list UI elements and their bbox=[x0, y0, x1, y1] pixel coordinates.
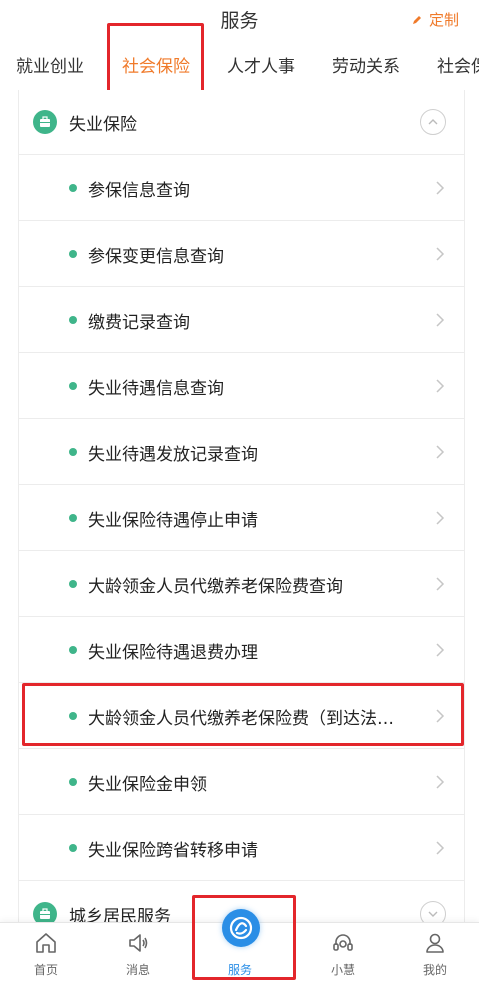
section-title: 失业保险 bbox=[69, 114, 137, 135]
tab-highlight-box bbox=[107, 23, 204, 94]
tab-talent-personnel[interactable]: 人才人事 bbox=[227, 52, 295, 77]
tab-social-more[interactable]: 社会保 bbox=[437, 52, 479, 77]
list-item[interactable]: 失业保险跨省转移申请 bbox=[19, 815, 464, 881]
category-tabs: 就业创业 社会保险 人才人事 劳动关系 社会保 bbox=[0, 40, 479, 92]
bullet-dot bbox=[69, 316, 77, 324]
section-title: 城乡居民服务 bbox=[69, 906, 171, 923]
bullet-dot bbox=[69, 646, 77, 654]
item-label: 失业保险跨省转移申请 bbox=[88, 841, 258, 861]
list-item[interactable]: 参保变更信息查询 bbox=[19, 221, 464, 287]
chevron-right-icon bbox=[436, 247, 445, 261]
service-panel: 失业保险 参保信息查询 参保变更信息查询 缴费记录查询 失业待遇信息查询 失业待… bbox=[18, 90, 465, 922]
collapse-button[interactable] bbox=[420, 109, 446, 135]
chevron-right-icon bbox=[436, 181, 445, 195]
chevron-down-icon bbox=[428, 911, 438, 917]
bullet-dot bbox=[69, 448, 77, 456]
chevron-right-icon bbox=[436, 445, 445, 459]
bullet-dot bbox=[69, 844, 77, 852]
person-icon bbox=[426, 933, 444, 953]
chevron-right-icon bbox=[436, 841, 445, 855]
nav-xiaohui[interactable]: 小慧 bbox=[313, 923, 373, 985]
chevron-right-icon bbox=[436, 643, 445, 657]
bullet-dot bbox=[69, 778, 77, 786]
bullet-dot bbox=[69, 382, 77, 390]
nav-profile[interactable]: 我的 bbox=[405, 923, 465, 985]
expand-button[interactable] bbox=[420, 901, 446, 922]
customize-button[interactable]: 定制 bbox=[411, 9, 459, 30]
item-label: 失业保险金申领 bbox=[88, 775, 207, 795]
briefcase-icon bbox=[33, 110, 57, 134]
list-item[interactable]: 失业待遇信息查询 bbox=[19, 353, 464, 419]
list-item[interactable]: 失业待遇发放记录查询 bbox=[19, 419, 464, 485]
bullet-dot bbox=[69, 514, 77, 522]
top-bar: 服务 定制 bbox=[0, 0, 479, 40]
tab-employment[interactable]: 就业创业 bbox=[16, 52, 84, 77]
item-label: 失业保险待遇退费办理 bbox=[88, 643, 258, 663]
nav-label: 小慧 bbox=[330, 963, 355, 977]
briefcase-icon bbox=[33, 902, 57, 922]
list-item[interactable]: 大龄领金人员代缴养老保险费查询 bbox=[19, 551, 464, 617]
chevron-right-icon bbox=[436, 577, 445, 591]
item-label: 失业保险待遇停止申请 bbox=[88, 511, 258, 531]
item-label: 参保信息查询 bbox=[88, 181, 190, 201]
item-label: 参保变更信息查询 bbox=[88, 247, 224, 267]
list-item[interactable]: 缴费记录查询 bbox=[19, 287, 464, 353]
nav-label: 我的 bbox=[422, 963, 447, 977]
page-title: 服务 bbox=[220, 10, 259, 32]
list-item[interactable]: 失业保险待遇退费办理 bbox=[19, 617, 464, 683]
chevron-up-icon bbox=[428, 119, 438, 125]
home-icon bbox=[36, 933, 56, 953]
chevron-right-icon bbox=[436, 511, 445, 525]
nav-home[interactable]: 首页 bbox=[16, 923, 76, 985]
chevron-right-icon bbox=[436, 775, 445, 789]
item-label: 缴费记录查询 bbox=[88, 313, 190, 333]
item-label: 失业待遇信息查询 bbox=[88, 379, 224, 399]
nav-highlight-box bbox=[192, 895, 296, 980]
item-label: 大龄领金人员代缴养老保险费查询 bbox=[88, 577, 343, 597]
list-item[interactable]: 失业保险待遇停止申请 bbox=[19, 485, 464, 551]
tab-labor-relations[interactable]: 劳动关系 bbox=[332, 52, 400, 77]
customize-label: 定制 bbox=[428, 11, 459, 29]
section-unemployment-header[interactable]: 失业保险 bbox=[19, 90, 464, 155]
nav-label: 消息 bbox=[125, 963, 150, 977]
chevron-right-icon bbox=[436, 379, 445, 393]
pencil-icon bbox=[412, 15, 421, 24]
nav-messages[interactable]: 消息 bbox=[108, 923, 168, 985]
headset-icon bbox=[333, 934, 353, 951]
bullet-dot bbox=[69, 250, 77, 258]
list-item[interactable]: 失业保险金申领 bbox=[19, 749, 464, 815]
item-highlight-box bbox=[22, 683, 464, 746]
nav-label: 首页 bbox=[33, 963, 58, 977]
chevron-right-icon bbox=[436, 313, 445, 327]
bullet-dot bbox=[69, 580, 77, 588]
list-item[interactable]: 参保信息查询 bbox=[19, 155, 464, 221]
bullet-dot bbox=[69, 184, 77, 192]
item-label: 失业待遇发放记录查询 bbox=[88, 445, 258, 465]
speaker-icon bbox=[129, 934, 148, 952]
